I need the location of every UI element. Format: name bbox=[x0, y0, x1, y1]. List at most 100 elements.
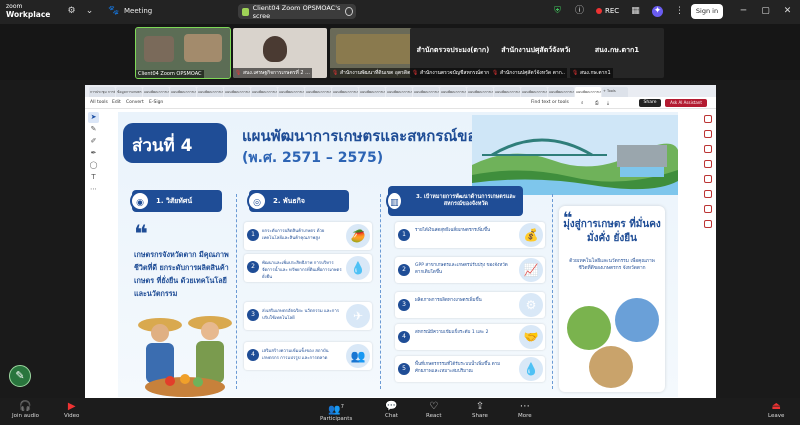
mic-muted-icon: 🎙 bbox=[492, 70, 499, 76]
sign-in-button[interactable]: Sign in bbox=[691, 4, 723, 19]
more-icon[interactable]: ⋮ bbox=[674, 6, 685, 17]
ai-companion-icon[interactable]: ✦ bbox=[652, 6, 663, 17]
shield-icon[interactable]: ⛨ bbox=[552, 6, 563, 17]
info-icon[interactable]: ⓘ bbox=[574, 6, 585, 17]
print-icon[interactable]: ⎙ bbox=[595, 100, 599, 106]
farmers-illustration bbox=[138, 316, 232, 397]
money-icon: 💰 bbox=[519, 223, 543, 247]
share-screen-button[interactable]: ⇪ Share bbox=[472, 401, 488, 419]
cursor-icon[interactable]: ➤ bbox=[88, 112, 99, 123]
handshake-icon: 🤝 bbox=[519, 325, 543, 349]
react-button[interactable]: ♡ React bbox=[426, 401, 442, 419]
participant-tile[interactable]: Client04 Zoom OPSMOAC bbox=[135, 27, 231, 79]
participant-tile[interactable]: สนง.กษ.ตาก1 🎙 สนง.กษ.ตาก1 bbox=[570, 28, 664, 78]
ai-assistant-button[interactable]: Ask AI Assistant bbox=[665, 99, 707, 107]
find-input[interactable]: Find text or tools bbox=[531, 100, 569, 105]
edit-notes-icon[interactable]: ✎ bbox=[9, 365, 31, 387]
browser-tab[interactable]: แผนพัฒนาการเกษตร... bbox=[521, 87, 547, 97]
browser-tab[interactable]: แผนพัฒนาการเกษตร... bbox=[575, 87, 601, 97]
panel-icon[interactable] bbox=[704, 205, 712, 213]
gear-icon: ⚙ bbox=[519, 293, 543, 317]
mission-header: ◎ 2. พันธกิจ bbox=[247, 190, 349, 212]
close-icon[interactable]: ✕ bbox=[782, 6, 793, 17]
browser-tab[interactable]: แผนพัฒนาการเกษตร... bbox=[467, 87, 493, 97]
chat-icon: 💬 bbox=[385, 401, 398, 412]
panel-icon[interactable] bbox=[704, 130, 712, 138]
esign-button[interactable]: E-Sign bbox=[149, 100, 163, 105]
meeting-controls: 🎧 Join audio ▶ Video 👥7 Participants 💬 C… bbox=[0, 398, 800, 425]
browser-tab[interactable]: การประชุม การพัฒนาสะอาด... bbox=[89, 87, 115, 97]
panel-icon[interactable] bbox=[704, 190, 712, 198]
browser-tab[interactable]: แผนพัฒนาการเกษตร... bbox=[251, 87, 277, 97]
text-icon[interactable]: T bbox=[88, 172, 99, 183]
goal-item: 3 ผลิตภาพการผลิตทางเกษตรเพิ่มขึ้น ⚙ bbox=[395, 292, 545, 318]
eye-icon: ◉ bbox=[130, 191, 150, 211]
comment-icon[interactable]: ✎ bbox=[88, 124, 99, 135]
headphones-icon: 🎧 bbox=[19, 401, 32, 412]
browser-tab[interactable]: แผนพัฒนาการเกษตร... bbox=[143, 87, 169, 97]
browser-tab[interactable]: แผนพัฒนาการเกษตร... bbox=[440, 87, 466, 97]
all-tools-button[interactable]: All tools bbox=[90, 100, 108, 105]
record-dot-icon bbox=[596, 8, 602, 14]
divider bbox=[380, 194, 381, 389]
panel-icon[interactable] bbox=[704, 115, 712, 123]
browser-tab-row: การประชุม การพัฒนาสะอาด...ข้อมูลการเกษตร… bbox=[85, 85, 716, 97]
more-icon: ⋯ bbox=[519, 401, 530, 412]
video-feed bbox=[263, 36, 287, 62]
minus-icon[interactable] bbox=[345, 7, 353, 16]
heart-icon: ♡ bbox=[429, 401, 439, 412]
goal-header: ▥ 3. เป้าหมายการพัฒนาด้านการเกษตรและสหกร… bbox=[386, 186, 523, 216]
browser-tab[interactable]: แผนพัฒนาการเกษตร... bbox=[305, 87, 331, 97]
minimize-icon[interactable]: ─ bbox=[738, 6, 749, 17]
video-feed bbox=[184, 34, 222, 62]
settings-icon[interactable]: ⚙ bbox=[66, 6, 77, 17]
share-doc-button[interactable]: Share bbox=[639, 99, 661, 107]
water-drop-icon: 💧 bbox=[346, 256, 370, 280]
browser-tab[interactable]: แผนพัฒนาการเกษตร... bbox=[359, 87, 385, 97]
leave-icon: ⏏ bbox=[771, 401, 781, 412]
panel-icon[interactable] bbox=[704, 160, 712, 168]
mic-muted-icon: 🎙 bbox=[412, 70, 419, 76]
browser-tab[interactable]: แผนพัฒนาการเกษตร... bbox=[413, 87, 439, 97]
search-icon[interactable]: ⌕ bbox=[581, 100, 584, 106]
chart-icon: 📈 bbox=[519, 258, 543, 282]
browser-tab[interactable]: แผนพัฒนาการเกษตร... bbox=[548, 87, 574, 97]
browser-tab[interactable]: แผนพัฒนาการเกษตร... bbox=[278, 87, 304, 97]
browser-tab[interactable]: ข้อมูลการเกษตร bbox=[116, 87, 142, 97]
participants-button[interactable]: 👥7 Participants bbox=[320, 401, 352, 422]
edit-button[interactable]: Edit bbox=[112, 100, 121, 105]
browser-tab[interactable]: แผนพัฒนาการเกษตร... bbox=[224, 87, 250, 97]
more-tools-icon[interactable]: ⋯ bbox=[88, 184, 99, 195]
goal-item: 5 พื้นที่เกษตรกรรมที่ได้รับระบบน้ำเพิ่มข… bbox=[395, 356, 545, 382]
panel-icon[interactable] bbox=[704, 220, 712, 228]
presentation-slide: ส่วนที่ 4 แผนพัฒนาการเกษตรและสหกรณ์ของจั… bbox=[118, 112, 678, 397]
draw-icon[interactable]: ✒ bbox=[88, 148, 99, 159]
video-button[interactable]: ▶ Video bbox=[64, 401, 79, 419]
join-audio-button[interactable]: 🎧 Join audio bbox=[12, 401, 39, 419]
browser-tab[interactable]: แผนพัฒนาการเกษตร... bbox=[386, 87, 412, 97]
more-button[interactable]: ⋯ More bbox=[518, 401, 532, 419]
chat-button[interactable]: 💬 Chat bbox=[385, 401, 398, 419]
browser-tab[interactable]: แผนพัฒนาการเกษตร... bbox=[494, 87, 520, 97]
download-icon[interactable]: ⤓ bbox=[607, 100, 609, 106]
highlight-icon[interactable]: ✐ bbox=[88, 136, 99, 147]
record-indicator[interactable]: REC bbox=[596, 7, 619, 15]
mic-muted-icon: 🎙 bbox=[235, 70, 242, 76]
participant-tile[interactable]: 🎙 สนง.เศรษฐกิจการเกษตรที่ 2 ... bbox=[233, 28, 327, 78]
chevron-down-icon[interactable]: ⌄ bbox=[84, 6, 95, 17]
mic-muted-icon: 🎙 bbox=[332, 70, 339, 76]
divider bbox=[552, 194, 553, 389]
browser-tab[interactable]: แผนพัฒนาการเกษตร... bbox=[197, 87, 223, 97]
leave-button[interactable]: ⏏ Leave bbox=[768, 401, 784, 419]
maximize-icon[interactable]: ▢ bbox=[760, 6, 771, 17]
view-icon[interactable]: ▦ bbox=[630, 6, 641, 17]
share-title-pill[interactable]: Client04 Zoom OPSMOAC's scree bbox=[238, 4, 356, 20]
share-screen-icon: ⇪ bbox=[475, 401, 485, 412]
browser-tab[interactable]: แผนพัฒนาการเกษตร... bbox=[332, 87, 358, 97]
browser-tab[interactable]: แผนพัฒนาการเกษตร... bbox=[170, 87, 196, 97]
shape-icon[interactable]: ◯ bbox=[88, 160, 99, 171]
panel-icon[interactable] bbox=[704, 175, 712, 183]
new-tab-button[interactable]: + Tools bbox=[602, 87, 628, 97]
panel-icon[interactable] bbox=[704, 145, 712, 153]
convert-button[interactable]: Convert bbox=[126, 100, 144, 105]
